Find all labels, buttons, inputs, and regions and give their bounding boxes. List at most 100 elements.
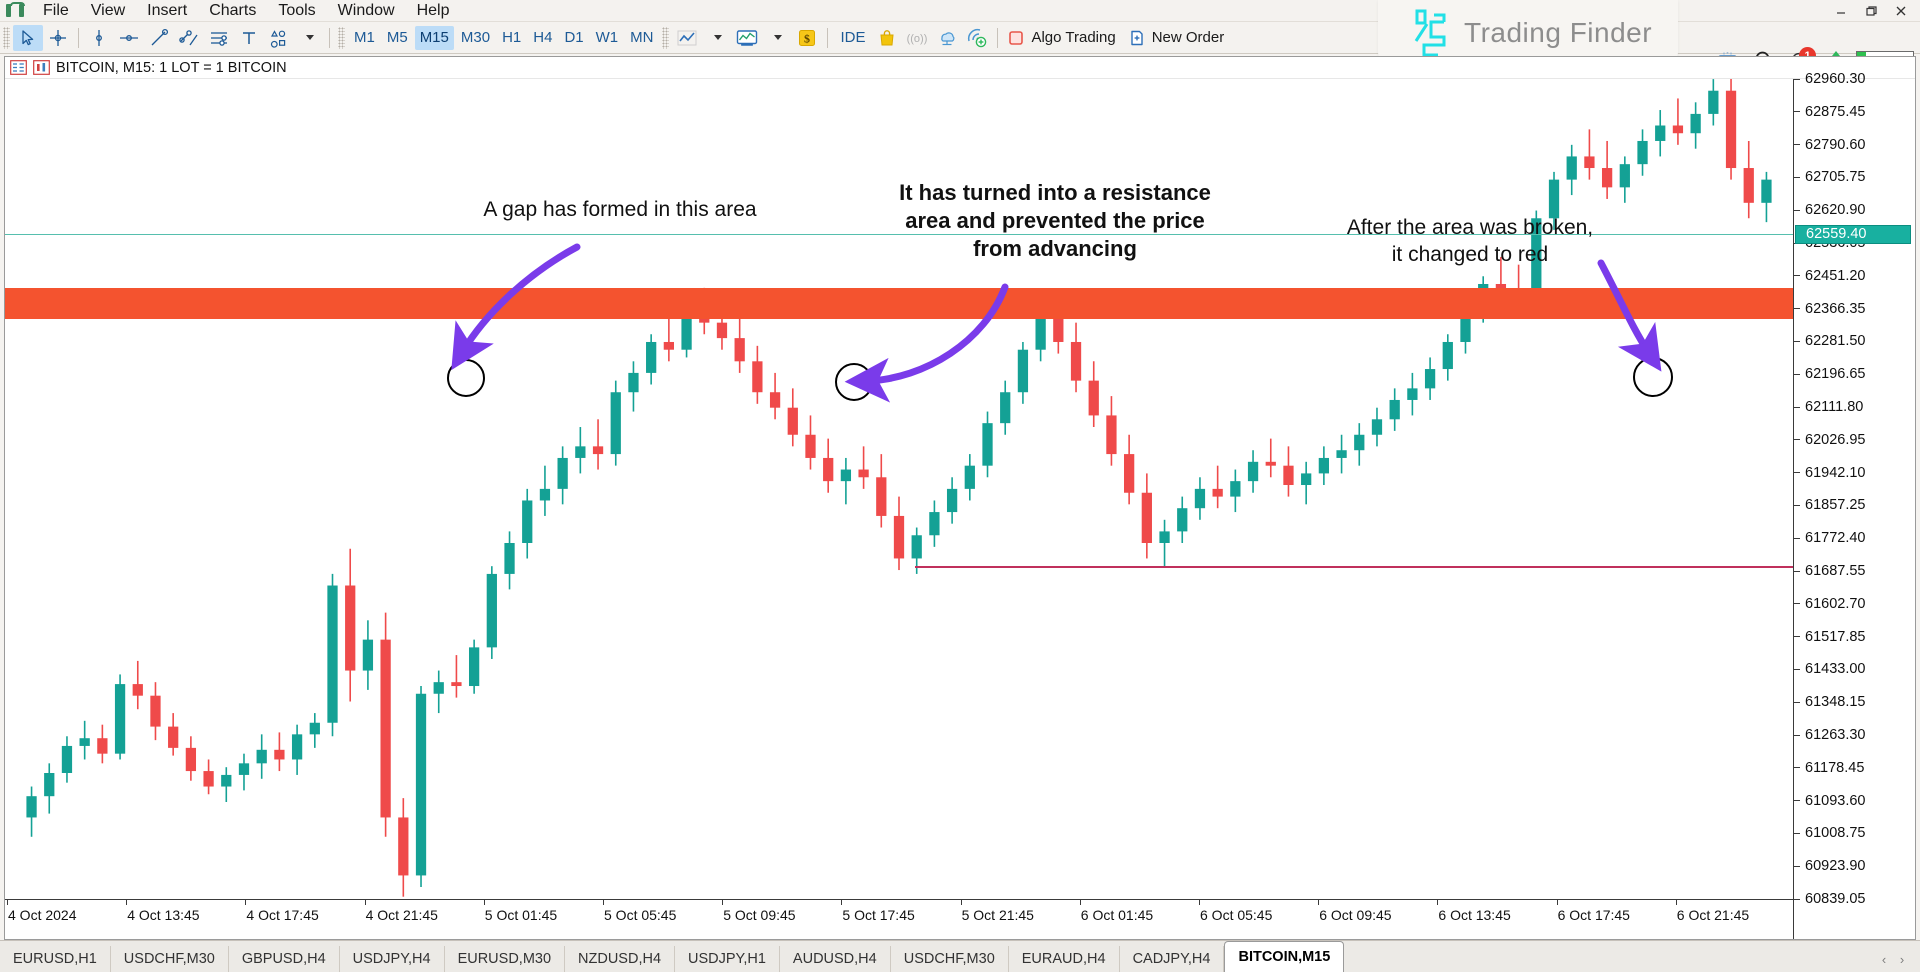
- chart-tab[interactable]: USDCHF,M30: [891, 946, 1009, 972]
- chart-tab[interactable]: USDJPY,H1: [675, 946, 780, 972]
- chart-tab[interactable]: EURUSD,M30: [445, 946, 566, 972]
- time-tick: 6 Oct 21:45: [1675, 899, 1749, 923]
- price-tick: 60839.05: [1794, 891, 1916, 907]
- text-tool-button[interactable]: [234, 25, 264, 51]
- vertical-line-icon: [96, 29, 102, 46]
- chart-tab[interactable]: NZDUSD,H4: [565, 946, 676, 972]
- price-tick: 61857.25: [1794, 497, 1916, 513]
- cursor-icon: [22, 29, 34, 45]
- chart-tab[interactable]: EURUSD,H1: [0, 946, 111, 972]
- channel-tool-button[interactable]: [204, 25, 234, 51]
- ide-button[interactable]: IDE: [833, 26, 872, 50]
- price-tick: 61263.30: [1794, 727, 1916, 743]
- timeframe-grip[interactable]: [338, 26, 345, 49]
- menu-window[interactable]: Window: [327, 0, 406, 22]
- dollar-button[interactable]: $: [792, 25, 822, 51]
- menu-charts[interactable]: Charts: [198, 0, 267, 22]
- close-icon[interactable]: [1886, 1, 1916, 21]
- shapes-dropdown-button[interactable]: [294, 25, 324, 51]
- timeframe-h4[interactable]: H4: [528, 26, 557, 50]
- broken-annotation-line1: After the area was broken,: [1346, 216, 1594, 239]
- polyline-tool-button[interactable]: [174, 25, 204, 51]
- window-controls: [1826, 0, 1916, 22]
- chart-tab[interactable]: BITCOIN,M15: [1224, 941, 1345, 972]
- vps-button[interactable]: [962, 25, 992, 51]
- chart-mode-icon[interactable]: [33, 60, 50, 75]
- menu-insert[interactable]: Insert: [136, 0, 198, 22]
- algo-trading-button[interactable]: Algo Trading: [1003, 25, 1123, 51]
- candlestick-canvas[interactable]: A gap has formed in this area It has tur…: [5, 79, 1793, 899]
- chart-properties-icon[interactable]: [10, 60, 27, 75]
- crosshair-tool-button[interactable]: [43, 25, 73, 51]
- equidistant-channel-icon: [211, 31, 227, 46]
- menu-view[interactable]: View: [80, 0, 136, 22]
- shapes-tool-button[interactable]: [264, 25, 294, 51]
- line-chart-button[interactable]: [672, 25, 702, 51]
- menu-tools[interactable]: Tools: [267, 0, 326, 22]
- svg-text:$: $: [804, 31, 810, 45]
- price-tick: 62281.50: [1794, 333, 1916, 349]
- line-chart-dropdown[interactable]: [702, 25, 732, 51]
- menu-file[interactable]: File: [32, 0, 80, 22]
- time-tick: 5 Oct 01:45: [483, 899, 557, 923]
- maximize-icon[interactable]: [1856, 1, 1886, 21]
- vertical-line-tool-button[interactable]: [84, 25, 114, 51]
- toolbar-divider-3: [827, 27, 829, 48]
- time-tick: 5 Oct 17:45: [841, 899, 915, 923]
- resistance-annotation-line1: It has turned into a resistance: [899, 180, 1211, 205]
- chart-title-bar: BITCOIN, M15: 1 LOT = 1 BITCOIN: [5, 57, 1915, 79]
- charttype-grip[interactable]: [662, 26, 670, 49]
- chart-tab[interactable]: CADJPY,H4: [1120, 946, 1225, 972]
- market-button[interactable]: [872, 25, 902, 51]
- indicators-icon: [737, 29, 758, 46]
- timeframe-mn[interactable]: MN: [625, 26, 658, 50]
- chart-tab-bar: EURUSD,H1 USDCHF,M30 GBPUSD,H4 USDJPY,H4 EUR…: [0, 940, 1920, 972]
- trading-finder-logo-icon: [1414, 9, 1446, 57]
- timeframe-m1[interactable]: M1: [349, 26, 380, 50]
- price-tick: 61942.10: [1794, 465, 1916, 481]
- chart-tab[interactable]: USDCHF,M30: [111, 946, 229, 972]
- timeframe-m30[interactable]: M30: [456, 26, 495, 50]
- chart-tab[interactable]: AUDUSD,H4: [780, 946, 891, 972]
- price-tick: 61178.45: [1794, 760, 1916, 776]
- menu-help[interactable]: Help: [406, 0, 461, 22]
- timeframe-d1[interactable]: D1: [559, 26, 588, 50]
- chart-tab[interactable]: USDJPY,H4: [340, 946, 445, 972]
- chevron-down-icon: [774, 35, 783, 40]
- price-tick: 61517.85: [1794, 629, 1916, 645]
- time-tick: 5 Oct 21:45: [960, 899, 1034, 923]
- cursor-tool-button[interactable]: [13, 24, 43, 51]
- mt5-application: File View Insert Charts Tools Window Hel…: [0, 0, 1920, 972]
- chart-plot-area: A gap has formed in this area It has tur…: [5, 71, 1916, 939]
- price-tick: 61687.55: [1794, 563, 1916, 579]
- price-tick: 62875.45: [1794, 104, 1916, 120]
- time-tick: 6 Oct 01:45: [1079, 899, 1153, 923]
- timeframe-h1[interactable]: H1: [497, 26, 526, 50]
- indicators-button[interactable]: [732, 25, 762, 51]
- chart-tab[interactable]: EURAUD,H4: [1009, 946, 1120, 972]
- tab-next-button[interactable]: ›: [1894, 950, 1910, 968]
- indicators-dropdown[interactable]: [762, 25, 792, 51]
- new-order-button[interactable]: New Order: [1124, 25, 1233, 51]
- time-axis[interactable]: 4 Oct 2024 4 Oct 13:45 4 Oct 17:45 4 Oct 21…: [5, 899, 1793, 939]
- price-tick: 62451.20: [1794, 268, 1916, 284]
- horizontal-line-tool-button[interactable]: [114, 25, 144, 51]
- trendline-tool-button[interactable]: [144, 25, 174, 51]
- price-tick: 62960.30: [1794, 71, 1916, 87]
- chart-tab[interactable]: GBPUSD,H4: [229, 946, 340, 972]
- timeframe-m5[interactable]: M5: [382, 26, 413, 50]
- signals-button[interactable]: ((o)): [902, 25, 932, 51]
- time-tick: 6 Oct 05:45: [1198, 899, 1272, 923]
- resistance-annotation: It has turned into a resistance area and…: [845, 179, 1265, 263]
- resistance-annotation-line2: area and prevented the price: [905, 208, 1205, 234]
- time-tick: 4 Oct 17:45: [245, 899, 319, 923]
- minimize-icon[interactable]: [1826, 1, 1856, 21]
- algo-trading-label: Algo Trading: [1031, 29, 1116, 46]
- timeframe-m15[interactable]: M15: [414, 25, 454, 50]
- toolbar-grip[interactable]: [3, 26, 10, 49]
- cloud-button[interactable]: [932, 25, 962, 51]
- tab-prev-button[interactable]: ‹: [1876, 950, 1892, 968]
- price-axis[interactable]: 62960.30 62875.45 62790.60 62705.75 62620.90…: [1793, 71, 1916, 939]
- time-tick: 5 Oct 09:45: [722, 899, 796, 923]
- timeframe-w1[interactable]: W1: [591, 26, 624, 50]
